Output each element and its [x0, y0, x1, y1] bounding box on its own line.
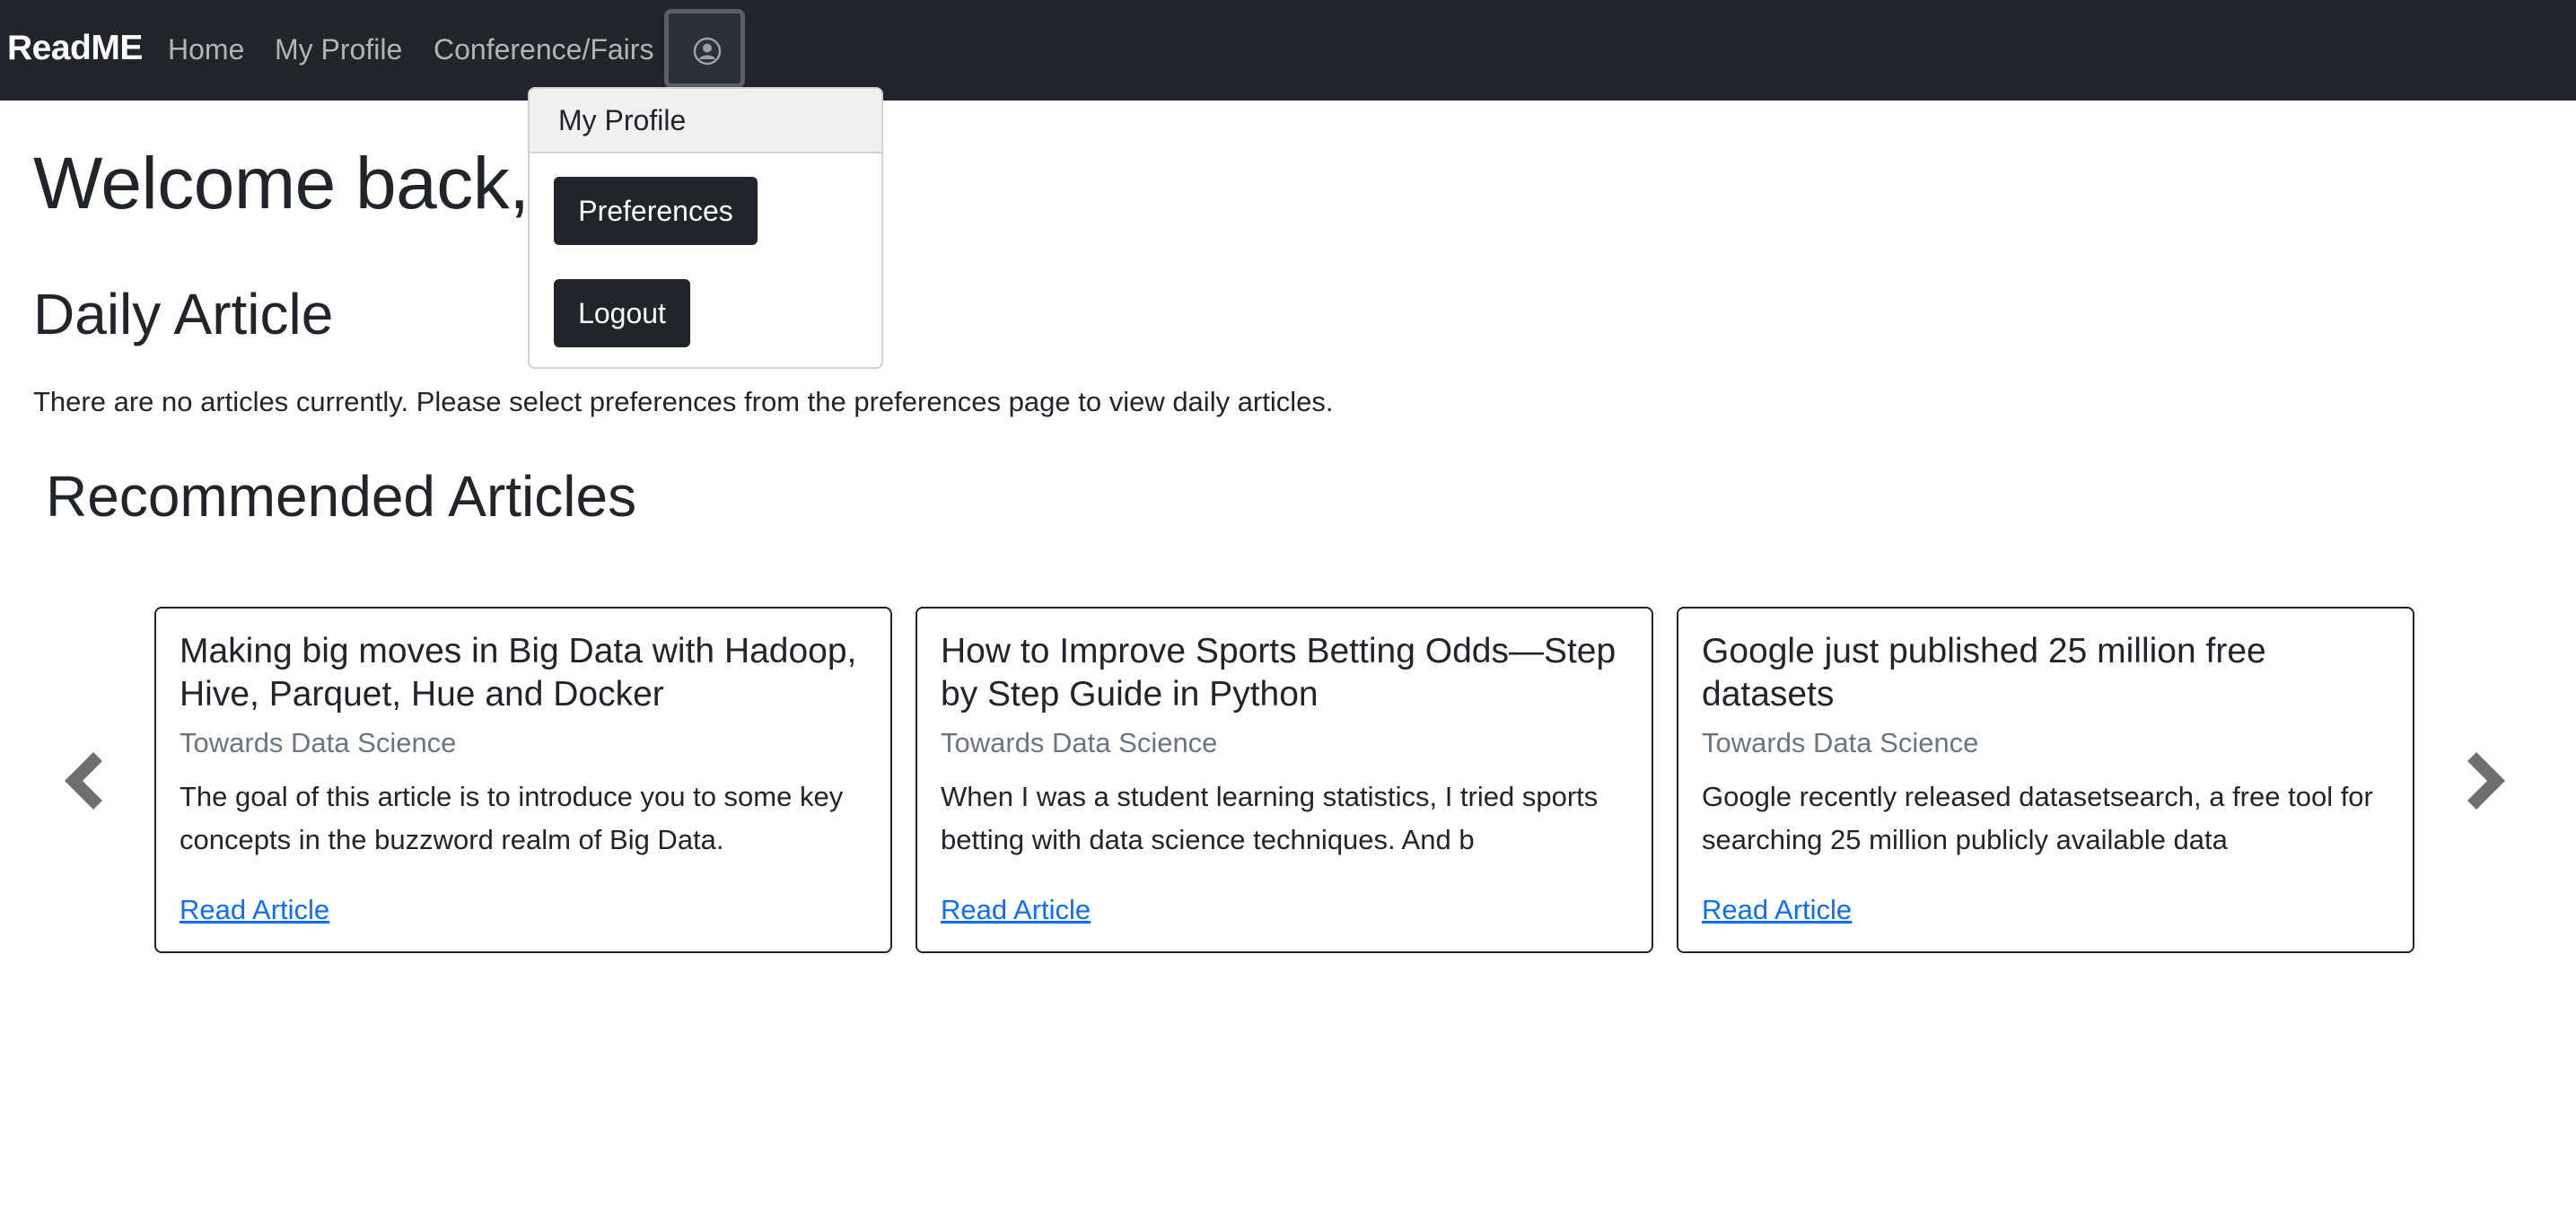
read-article-link[interactable]: Read Article — [941, 890, 1091, 930]
nav-link-home[interactable]: Home — [168, 31, 244, 68]
daily-article-heading: Daily Article — [33, 282, 334, 346]
article-title: How to Improve Sports Betting Odds—Step … — [941, 632, 1617, 714]
logout-button[interactable]: Logout — [554, 279, 690, 347]
dropdown-header-label: My Profile — [558, 104, 687, 136]
article-source: Towards Data Science — [180, 727, 457, 758]
nav-link-conference-fairs[interactable]: Conference/Fairs — [434, 31, 653, 68]
recommended-articles-heading: Recommended Articles — [46, 464, 637, 529]
article-card: Google just published 25 million free da… — [1677, 607, 2414, 953]
article-card: How to Improve Sports Betting Odds—Step … — [916, 607, 1653, 953]
carousel-next-button[interactable] — [2457, 745, 2519, 817]
daily-article-message: There are no articles currently. Please … — [33, 386, 1334, 417]
profile-menu-button[interactable] — [664, 9, 745, 88]
article-card: Making big moves in Big Data with Hadoop… — [154, 607, 892, 953]
article-summary: When I was a student learning statistics… — [941, 781, 1599, 855]
carousel-prev-button[interactable] — [50, 745, 113, 817]
nav-link-my-profile[interactable]: My Profile — [275, 31, 402, 68]
dropdown-header: My Profile — [530, 89, 881, 153]
article-summary: Google recently released datasetsearch, … — [1702, 781, 2373, 855]
user-circle-icon — [693, 37, 722, 66]
read-article-link[interactable]: Read Article — [1702, 890, 1852, 930]
article-summary: The goal of this article is to introduce… — [180, 781, 844, 855]
preferences-button[interactable]: Preferences — [554, 177, 758, 245]
brand-logo[interactable]: ReadME — [7, 27, 143, 70]
article-source: Towards Data Science — [941, 727, 1218, 758]
article-title: Making big moves in Big Data with Hadoop… — [180, 632, 857, 714]
chevron-left-icon — [65, 752, 102, 810]
top-navbar: ReadME Home My Profile Conference/Fairs — [0, 0, 2576, 101]
chevron-right-icon — [2467, 752, 2505, 810]
article-source: Towards Data Science — [1702, 727, 1979, 758]
article-title: Google just published 25 million free da… — [1702, 632, 2266, 714]
profile-dropdown-menu: My Profile Preferences Logout — [528, 87, 883, 369]
read-article-link[interactable]: Read Article — [180, 890, 329, 930]
